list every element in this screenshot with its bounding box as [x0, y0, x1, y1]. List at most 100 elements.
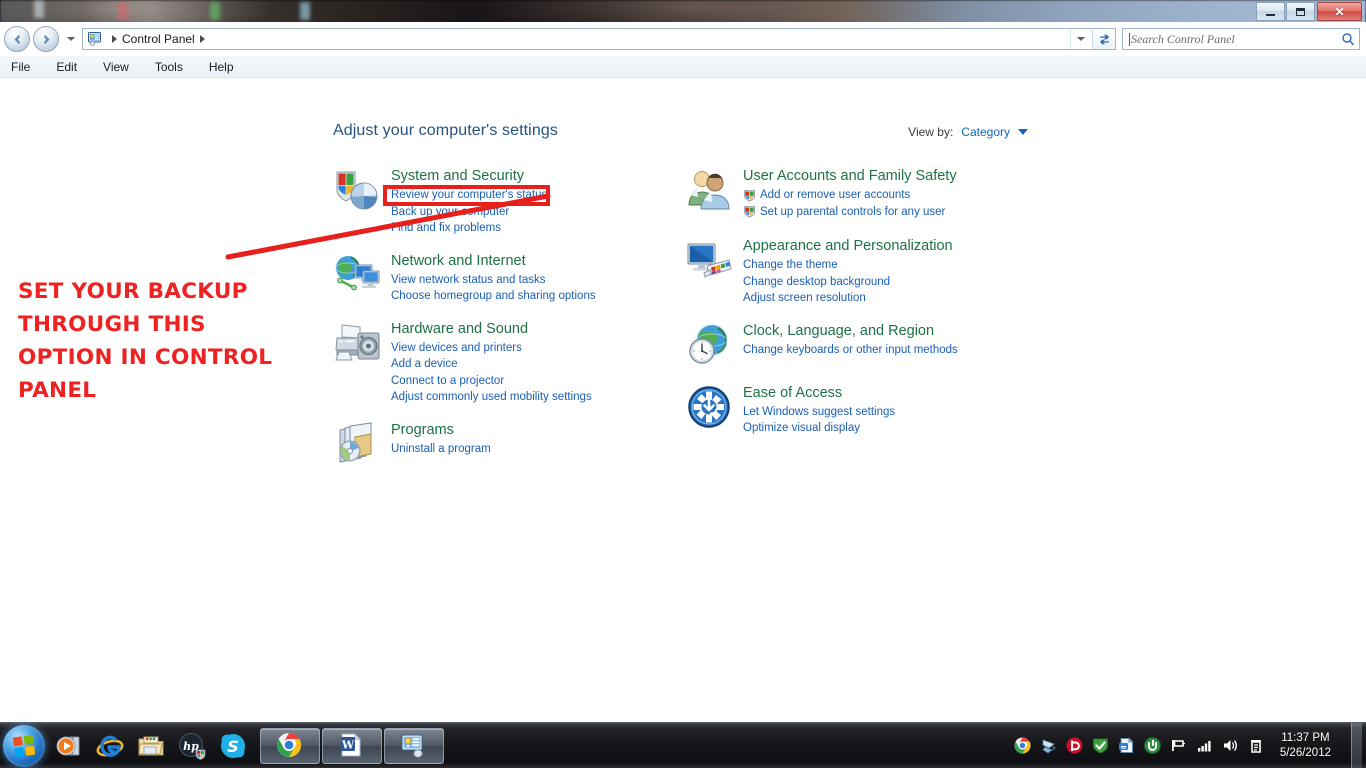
menu-help[interactable]: Help: [206, 58, 237, 76]
windows-media-player-icon[interactable]: [55, 732, 83, 760]
page-title: Adjust your computer's settings: [333, 122, 558, 139]
category-column-right: User Accounts and Family Safety Add or r: [685, 166, 1015, 451]
green-shield-tray-icon[interactable]: [1092, 737, 1109, 754]
link-adjust-commonly-used-mobility-settings[interactable]: Adjust commonly used mobility settings: [391, 389, 592, 406]
safely-remove-hardware-icon[interactable]: [1170, 737, 1187, 754]
menu-view[interactable]: View: [100, 58, 132, 76]
hp-support-icon[interactable]: hp: [178, 732, 206, 760]
taskbar-window-buttons: W: [260, 727, 444, 764]
chrome-icon: [276, 732, 304, 760]
category-title[interactable]: Programs: [391, 421, 491, 439]
link-adjust-screen-resolution[interactable]: Adjust screen resolution: [743, 290, 953, 307]
breadcrumb-control-panel[interactable]: Control Panel: [122, 32, 195, 46]
menu-file[interactable]: File: [8, 58, 33, 76]
shield-and-pie-chart-icon[interactable]: [333, 166, 381, 214]
category-title[interactable]: Appearance and Personalization: [743, 237, 953, 255]
back-button[interactable]: [4, 26, 30, 52]
category-body: User Accounts and Family Safety Add or r: [743, 166, 957, 220]
system-tray: 11:37 PM 5/26/2012: [1014, 722, 1366, 768]
programs-box-and-disc-icon[interactable]: [333, 420, 381, 468]
view-by-label: View by:: [908, 125, 954, 139]
link-review-your-computers-status[interactable]: Review your computer's status: [391, 187, 547, 204]
ease-of-access-wheel-icon[interactable]: [685, 383, 733, 431]
search-box[interactable]: [1122, 28, 1360, 50]
windows-explorer-icon[interactable]: [137, 732, 165, 760]
category-body: Hardware and Sound View devices and prin…: [391, 319, 592, 406]
category-title[interactable]: Clock, Language, and Region: [743, 322, 958, 340]
link-change-the-theme[interactable]: Change the theme: [743, 257, 953, 274]
dropbox-tray-icon[interactable]: [1040, 737, 1057, 754]
close-button[interactable]: ✕: [1317, 2, 1362, 21]
minimize-icon: [1266, 13, 1275, 16]
volume-icon[interactable]: [1222, 737, 1239, 754]
taskbar-button-control-panel[interactable]: [384, 727, 444, 764]
link-uninstall-a-program[interactable]: Uninstall a program: [391, 441, 491, 458]
close-icon: ✕: [1334, 4, 1345, 19]
breadcrumb-separator-icon[interactable]: [199, 35, 205, 43]
link-find-and-fix-problems[interactable]: Find and fix problems: [391, 220, 547, 237]
search-icon[interactable]: [1341, 32, 1355, 46]
recent-pages-dropdown[interactable]: [64, 29, 78, 49]
clock[interactable]: 11:37 PM 5/26/2012: [1274, 731, 1340, 761]
refresh-button[interactable]: [1092, 28, 1116, 50]
taskbar-button-chrome[interactable]: [260, 727, 320, 764]
minimize-button[interactable]: [1256, 2, 1285, 21]
category-title[interactable]: Hardware and Sound: [391, 320, 592, 338]
menu-edit[interactable]: Edit: [53, 58, 80, 76]
link-add-or-remove-user-accounts[interactable]: Add or remove user accounts: [743, 187, 957, 204]
category-title[interactable]: User Accounts and Family Safety: [743, 167, 957, 185]
desktop-icon-blur: [210, 2, 220, 20]
category-title[interactable]: System and Security: [391, 167, 547, 185]
category-title[interactable]: Network and Internet: [391, 252, 596, 270]
category-title[interactable]: Ease of Access: [743, 384, 895, 402]
link-connect-to-a-projector[interactable]: Connect to a projector: [391, 373, 592, 390]
utorrent-tray-icon[interactable]: [1143, 737, 1161, 754]
link-back-up-your-computer[interactable]: Back up your computer: [391, 204, 547, 221]
link-let-windows-suggest-settings[interactable]: Let Windows suggest settings: [743, 404, 895, 421]
show-desktop-button[interactable]: [1351, 722, 1362, 768]
category-body: Network and Internet View network status…: [391, 251, 596, 305]
search-input[interactable]: [1131, 31, 1341, 47]
link-optimize-visual-display[interactable]: Optimize visual display: [743, 420, 895, 437]
link-view-devices-and-printers[interactable]: View devices and printers: [391, 340, 592, 357]
category-body: Appearance and Personalization Change th…: [743, 236, 953, 307]
printer-and-speaker-icon[interactable]: [333, 319, 381, 367]
view-by-control[interactable]: View by: Category: [908, 125, 1028, 139]
annotation-line: OPTION IN CONTROL: [18, 345, 273, 370]
menu-tools[interactable]: Tools: [152, 58, 186, 76]
monitor-and-color-palette-icon[interactable]: [685, 236, 733, 284]
category-column-left: System and Security Review your computer…: [333, 166, 663, 482]
category-clock-language-and-region: Clock, Language, and Region Change keybo…: [685, 321, 1015, 369]
view-by-value[interactable]: Category: [961, 125, 1010, 139]
globe-and-clock-icon[interactable]: [685, 321, 733, 369]
start-button[interactable]: [3, 724, 45, 767]
skype-icon[interactable]: S: [219, 732, 247, 760]
annotation-line: THROUGH THIS: [18, 312, 206, 337]
action-center-icon[interactable]: [1248, 737, 1265, 754]
link-change-desktop-background[interactable]: Change desktop background: [743, 274, 953, 291]
link-choose-homegroup-and-sharing-options[interactable]: Choose homegroup and sharing options: [391, 288, 596, 305]
refresh-icon: [1099, 34, 1109, 44]
taskbar-button-word[interactable]: W: [322, 727, 382, 764]
link-add-a-device[interactable]: Add a device: [391, 356, 592, 373]
link-set-up-parental-controls[interactable]: Set up parental controls for any user: [743, 204, 957, 221]
link-change-keyboards-or-other-input-methods[interactable]: Change keyboards or other input methods: [743, 342, 958, 359]
network-signal-icon[interactable]: [1196, 737, 1213, 754]
address-bar[interactable]: Control Panel: [82, 28, 1092, 50]
desktop-icon-blur: [300, 2, 310, 20]
annotation-line: SET YOUR BACKUP: [18, 279, 248, 304]
link-view-network-status-and-tasks[interactable]: View network status and tasks: [391, 272, 596, 289]
maximize-button[interactable]: [1286, 2, 1315, 21]
link-label: Set up parental controls for any user: [760, 205, 946, 218]
forward-button[interactable]: [33, 26, 59, 52]
windows-logo-icon: [12, 734, 36, 757]
beats-audio-tray-icon[interactable]: [1066, 737, 1083, 754]
chrome-tray-icon[interactable]: [1014, 737, 1031, 754]
address-dropdown-button[interactable]: [1070, 29, 1090, 49]
chevron-down-icon[interactable]: [1018, 129, 1028, 135]
blue-document-tray-icon[interactable]: [1118, 737, 1135, 754]
two-users-icon[interactable]: [685, 166, 733, 214]
internet-explorer-icon[interactable]: [96, 732, 124, 760]
breadcrumb-separator-icon: [112, 35, 117, 43]
globe-and-monitors-icon[interactable]: [333, 251, 381, 299]
